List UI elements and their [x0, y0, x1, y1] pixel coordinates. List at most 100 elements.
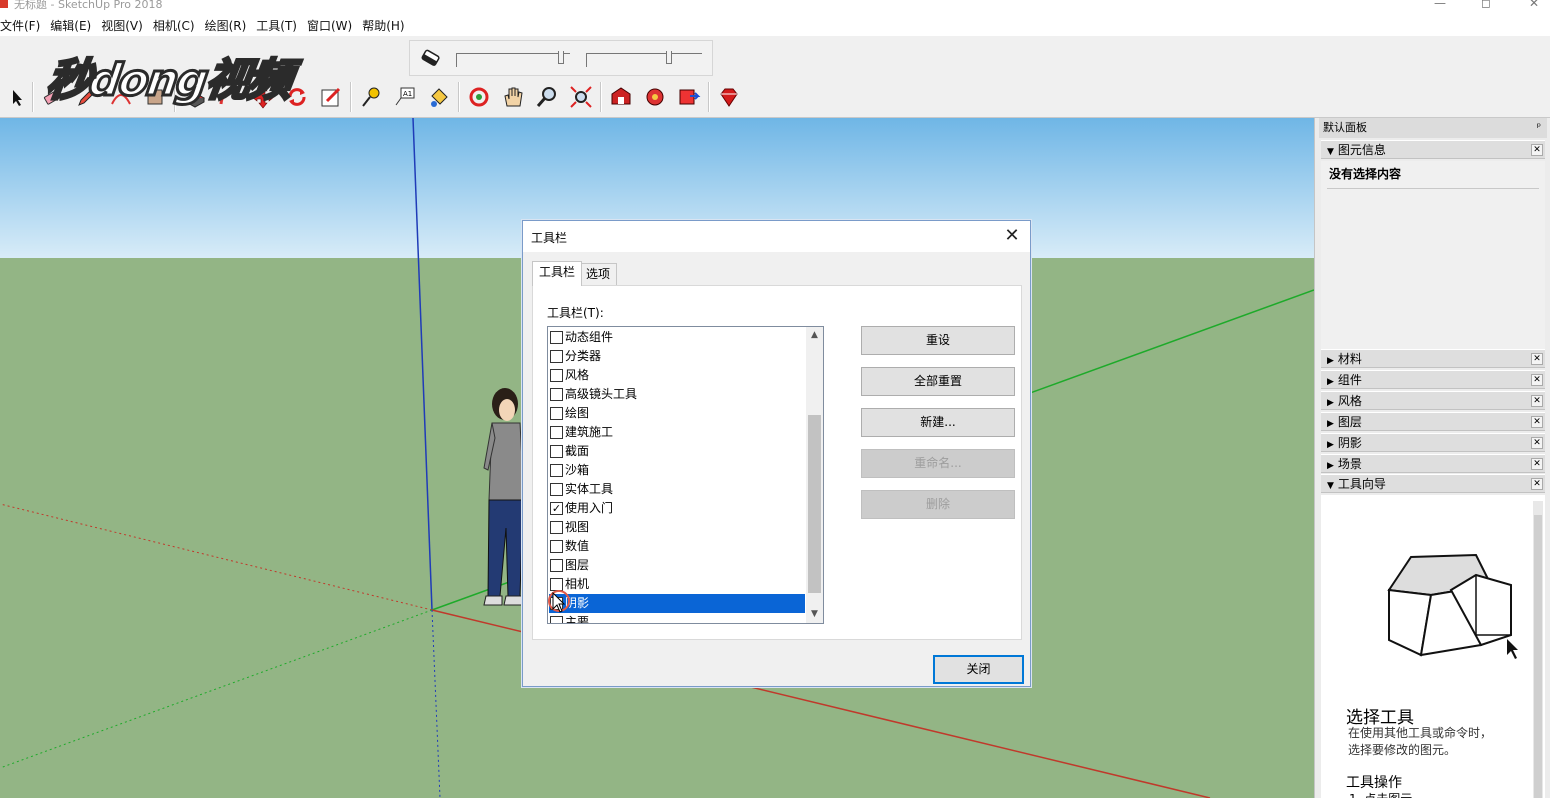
- menu-edit[interactable]: 编辑(E): [45, 17, 96, 34]
- rename-button[interactable]: 重命名...: [861, 449, 1015, 478]
- scroll-up-icon[interactable]: ▲: [806, 327, 823, 344]
- list-item[interactable]: 绘图: [549, 404, 805, 423]
- menu-window[interactable]: 窗口(W): [302, 17, 357, 34]
- panel-scenes[interactable]: ▶ 场景 ✕: [1321, 454, 1545, 473]
- slider-track-1[interactable]: [456, 53, 570, 67]
- slider-track-2[interactable]: [586, 53, 702, 67]
- checkbox[interactable]: [550, 350, 563, 363]
- toolbar-list-label: 工具栏(T):: [547, 306, 604, 320]
- checkbox[interactable]: [550, 426, 563, 439]
- warehouse-button[interactable]: [604, 80, 638, 114]
- menu-draw[interactable]: 绘图(R): [200, 17, 252, 34]
- dialog-close-icon[interactable]: ✕: [1002, 225, 1022, 247]
- reset-button[interactable]: 重设: [861, 326, 1015, 355]
- list-item[interactable]: ✓ 使用入门: [549, 499, 805, 518]
- list-item[interactable]: 相机: [549, 575, 805, 594]
- checkbox[interactable]: [550, 388, 563, 401]
- orbit-tool-button[interactable]: [462, 80, 496, 114]
- checkbox[interactable]: [550, 464, 563, 477]
- checkbox-checked[interactable]: ✓: [550, 502, 563, 515]
- list-item[interactable]: 图层: [549, 556, 805, 575]
- instructor-scrollbar[interactable]: [1533, 501, 1543, 798]
- scrollbar-thumb[interactable]: [1534, 515, 1542, 798]
- panel-shadows[interactable]: ▶ 阴影 ✕: [1321, 433, 1545, 452]
- panel-layers[interactable]: ▶ 图层 ✕: [1321, 412, 1545, 431]
- checkbox[interactable]: [550, 407, 563, 420]
- panel-entity-info[interactable]: ▼ 图元信息 ✕: [1321, 140, 1545, 159]
- panel-close-icon[interactable]: ✕: [1531, 395, 1543, 407]
- tab-options[interactable]: 选项: [579, 263, 618, 285]
- close-button[interactable]: 关闭: [933, 655, 1024, 684]
- toolbar-list[interactable]: 动态组件 分类器 风格 高级镜头工具 绘图 建筑施工 截面 沙箱 实体工具 ✓ 使…: [547, 326, 824, 624]
- menu-view[interactable]: 视图(V): [96, 17, 148, 34]
- list-item[interactable]: 分类器: [549, 347, 805, 366]
- components-button[interactable]: [638, 80, 672, 114]
- menu-tools[interactable]: 工具(T): [251, 17, 302, 34]
- toolbar-separator: [600, 82, 602, 112]
- list-item[interactable]: 视图: [549, 518, 805, 537]
- list-item[interactable]: 动态组件: [549, 328, 805, 347]
- tab-toolbars[interactable]: 工具栏: [532, 261, 583, 286]
- window-title: 无标题 - SketchUp Pro 2018: [14, 0, 163, 11]
- menu-help[interactable]: 帮助(H): [357, 17, 409, 34]
- dialog-title-bar[interactable]: 工具栏 ✕: [523, 221, 1030, 252]
- minimize-button[interactable]: —: [1432, 0, 1448, 10]
- text-tool-button[interactable]: A1: [388, 80, 422, 114]
- toolbar-separator: [458, 82, 460, 112]
- menu-camera[interactable]: 相机(C): [148, 17, 200, 34]
- pan-tool-button[interactable]: [496, 80, 530, 114]
- list-item[interactable]: 主要: [549, 613, 805, 623]
- reset-all-button[interactable]: 全部重置: [861, 367, 1015, 396]
- list-item[interactable]: 数值: [549, 537, 805, 556]
- checkbox[interactable]: [550, 616, 563, 623]
- panel-close-icon[interactable]: ✕: [1531, 416, 1543, 428]
- panel-close-icon[interactable]: ✕: [1531, 437, 1543, 449]
- panel-instructor[interactable]: ▼ 工具向导 ✕: [1321, 474, 1545, 493]
- checkbox[interactable]: [550, 540, 563, 553]
- panel-materials[interactable]: ▶ 材料 ✕: [1321, 349, 1545, 368]
- list-item[interactable]: 沙箱: [549, 461, 805, 480]
- ruby-icon: [720, 88, 738, 107]
- zoom-extents-tool-button[interactable]: [564, 80, 598, 114]
- list-item[interactable]: 截面: [549, 442, 805, 461]
- panel-components[interactable]: ▶ 组件 ✕: [1321, 370, 1545, 389]
- checkbox[interactable]: [550, 578, 563, 591]
- slider-thumb-1[interactable]: [558, 51, 564, 64]
- menu-file[interactable]: 文件(F): [0, 17, 45, 34]
- panel-close-icon[interactable]: ✕: [1531, 458, 1543, 470]
- pin-icon[interactable]: ᵖ: [1537, 118, 1541, 138]
- new-button[interactable]: 新建...: [861, 408, 1015, 437]
- delete-button[interactable]: 删除: [861, 490, 1015, 519]
- tape-measure-tool-button[interactable]: [354, 80, 388, 114]
- panel-close-icon[interactable]: ✕: [1531, 353, 1543, 365]
- checkbox[interactable]: [550, 521, 563, 534]
- scrollbar-thumb[interactable]: [808, 415, 821, 593]
- zoom-tool-button[interactable]: [530, 80, 564, 114]
- list-item-selected[interactable]: ✓阴影: [549, 594, 805, 613]
- list-item[interactable]: 风格: [549, 366, 805, 385]
- eraser-icon[interactable]: [420, 47, 442, 69]
- list-scrollbar[interactable]: ▲ ▼: [806, 327, 823, 623]
- checkbox[interactable]: [550, 331, 563, 344]
- maximize-button[interactable]: ◻: [1478, 0, 1494, 10]
- ruby-console-button[interactable]: [712, 80, 746, 114]
- list-item[interactable]: 高级镜头工具: [549, 385, 805, 404]
- checkbox[interactable]: [550, 369, 563, 382]
- slider-thumb-2[interactable]: [666, 51, 672, 64]
- list-item[interactable]: 建筑施工: [549, 423, 805, 442]
- scroll-down-icon[interactable]: ▼: [806, 606, 823, 623]
- panel-close-icon[interactable]: ✕: [1531, 478, 1543, 490]
- list-item[interactable]: 实体工具: [549, 480, 805, 499]
- paint-bucket-tool-button[interactable]: [422, 80, 456, 114]
- panel-close-icon[interactable]: ✕: [1531, 374, 1543, 386]
- checkbox[interactable]: [550, 559, 563, 572]
- scale-tool-button[interactable]: [314, 80, 348, 114]
- checkbox[interactable]: [550, 483, 563, 496]
- checkbox[interactable]: [550, 445, 563, 458]
- select-tool-button[interactable]: [4, 80, 30, 114]
- panel-close-icon[interactable]: ✕: [1531, 144, 1543, 156]
- extension-button[interactable]: [672, 80, 706, 114]
- toolbar-separator: [32, 82, 34, 112]
- panel-styles[interactable]: ▶ 风格 ✕: [1321, 391, 1545, 410]
- close-window-button[interactable]: ✕: [1526, 0, 1542, 10]
